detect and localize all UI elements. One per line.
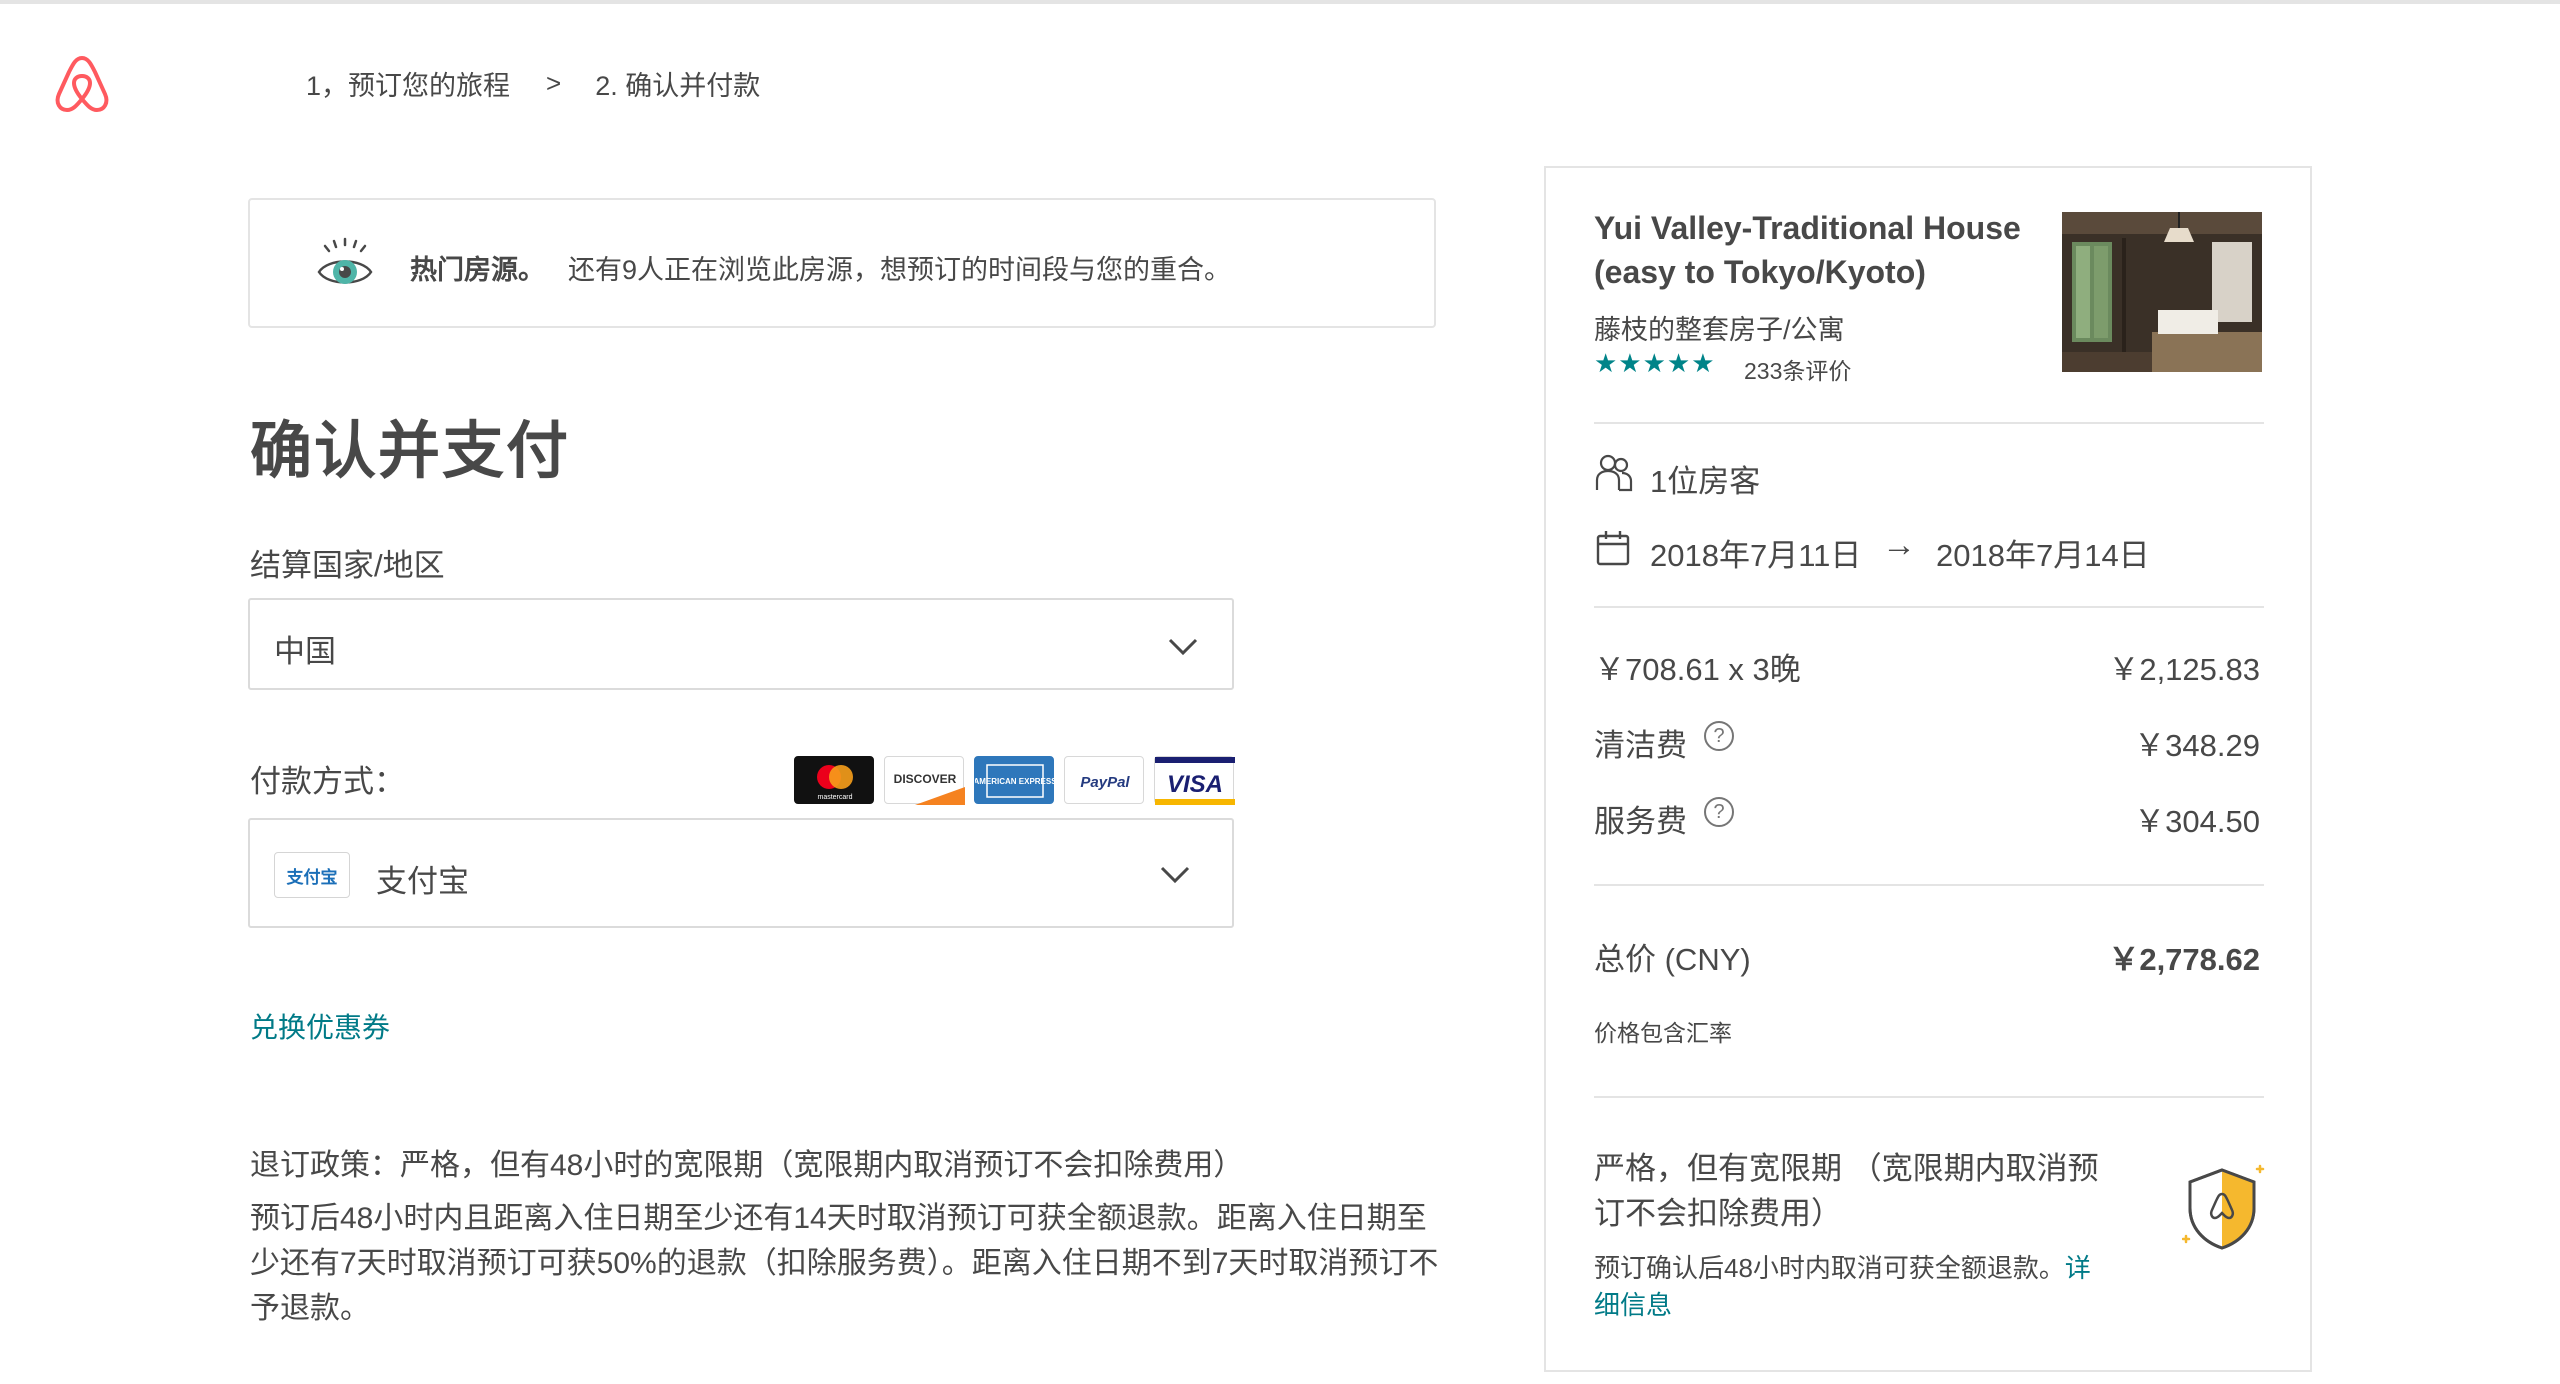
help-icon[interactable]: ? (1704, 721, 1734, 751)
discover-icon: DISCOVER (884, 756, 965, 805)
redeem-coupon-link[interactable]: 兑换优惠券 (250, 1006, 390, 1046)
shield-icon (2182, 1164, 2265, 1250)
svg-text:AMERICAN EXPRESS: AMERICAN EXPRESS (975, 777, 1055, 786)
cancellation-policy-title: 退订政策：严格，但有48小时的宽限期（宽限期内取消预订不会扣除费用） (250, 1149, 1244, 1182)
amex-icon: AMERICAN EXPRESS (973, 756, 1057, 804)
payment-method-value: 支付宝 (376, 864, 469, 899)
total-label: 总价 (CNY) (1594, 942, 1751, 977)
payment-method-label: 付款方式： (250, 764, 405, 799)
exchange-rate-note: 价格包含汇率 (1594, 1020, 1732, 1046)
billing-country-value: 中国 (274, 634, 336, 669)
eye-icon (317, 237, 373, 284)
billing-country-select[interactable]: 中国 (248, 598, 1234, 690)
cancellation-summary-text: 预订确认后48小时内取消可获全额退款。 (1594, 1253, 2065, 1283)
listing-photo[interactable] (2062, 212, 2262, 372)
chevron-down-icon (1168, 638, 1198, 656)
svg-text:VISA: VISA (1167, 771, 1223, 798)
help-icon[interactable]: ? (1704, 797, 1734, 827)
visa-icon: VISA (1154, 756, 1235, 805)
total-value: ￥2,778.62 (2108, 942, 2260, 977)
breadcrumb-step-2: 2. 确认并付款 (595, 71, 761, 101)
paypal-icon: PayPal (1064, 756, 1144, 804)
page-title: 确认并支付 (250, 417, 571, 486)
hot-listing-notice: 热门房源。 还有9人正在浏览此房源，想预订的时间段与您的重合。 (248, 198, 1436, 328)
listing-title[interactable]: Yui Valley-Traditional House (easy to To… (1594, 206, 2034, 294)
divider (1594, 1096, 2264, 1098)
service-fee-value: ￥304.50 (2134, 804, 2260, 839)
svg-text:DISCOVER: DISCOVER (894, 772, 957, 786)
breadcrumb-step-1[interactable]: 1，预订您的旅程 (306, 64, 510, 103)
nightly-rate-label: ￥708.61 x 3晚 (1594, 652, 1801, 687)
service-fee-label: 服务费 (1594, 804, 1687, 839)
review-count: 233条评价 (1744, 358, 1852, 384)
payment-method-select[interactable]: 支付宝 支付宝 (248, 818, 1234, 928)
checkin-date: 2018年7月11日 (1650, 538, 1862, 573)
airbnb-logo-icon[interactable] (50, 52, 114, 116)
cleaning-fee-label: 清洁费 (1594, 728, 1687, 763)
calendar-icon (1596, 531, 1630, 566)
mastercard-icon: mastercard (794, 756, 874, 804)
guests-icon (1595, 454, 1633, 492)
alipay-logo-icon: 支付宝 (274, 852, 350, 898)
chevron-right-icon: > (546, 68, 562, 98)
svg-text:PayPal: PayPal (1080, 774, 1130, 791)
arrow-right-icon: → (1882, 526, 1916, 564)
divider (1594, 606, 2264, 608)
billing-country-label: 结算国家/地区 (250, 548, 445, 583)
booking-summary-panel: Yui Valley-Traditional House (easy to To… (1544, 166, 2312, 1372)
hot-listing-text: 还有9人正在浏览此房源，想预订的时间段与您的重合。 (568, 255, 1232, 285)
rating-stars: ★★★★★ (1594, 348, 1716, 378)
divider (1594, 884, 2264, 886)
chevron-down-icon (1160, 866, 1190, 884)
cancellation-summary-body: 预订确认后48小时内取消可获全额退款。详细信息 (1594, 1250, 2114, 1324)
nightly-rate-total: ￥2,125.83 (2108, 652, 2260, 687)
divider (1594, 422, 2264, 424)
cancellation-summary-title: 严格，但有宽限期 （宽限期内取消预订不会扣除费用） (1594, 1151, 2099, 1231)
cleaning-fee-value: ￥348.29 (2134, 728, 2260, 763)
hot-listing-title: 热门房源。 (410, 255, 545, 285)
cancellation-policy-body: 预订后48小时内且距离入住日期至少还有14天时取消预订可获全额退款。距离入住日期… (250, 1202, 1439, 1325)
svg-text:mastercard: mastercard (817, 794, 852, 801)
top-border (0, 0, 2560, 4)
checkout-date: 2018年7月14日 (1936, 538, 2150, 573)
guest-count: 1位房客 (1650, 464, 1761, 499)
breadcrumb: 1，预订您的旅程 > 2. 确认并付款 (306, 64, 760, 103)
listing-type: 藤枝的整套房子/公寓 (1594, 315, 1845, 345)
